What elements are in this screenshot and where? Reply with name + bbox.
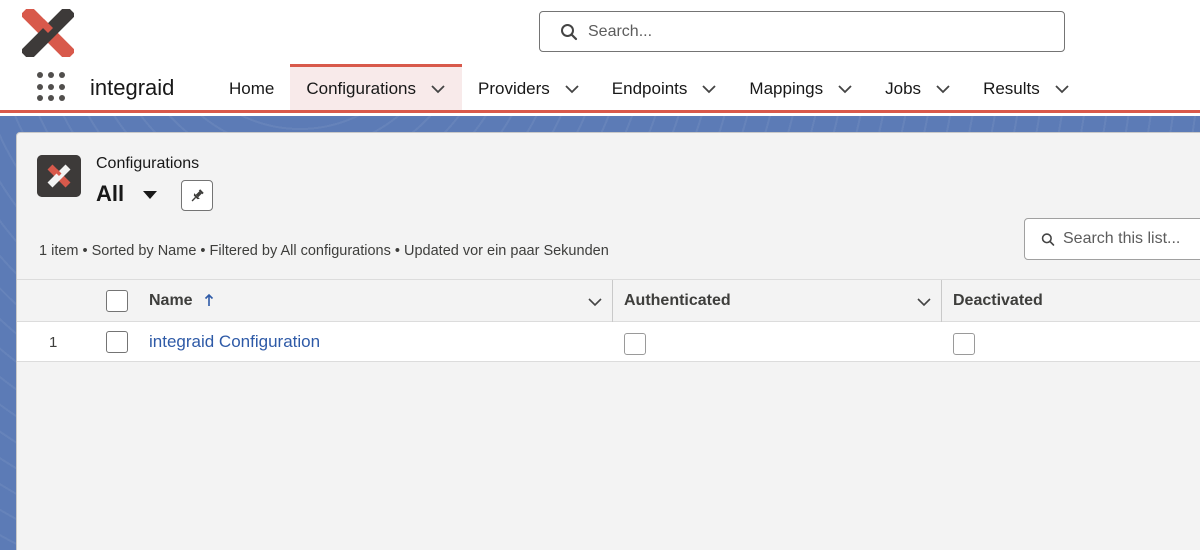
select-all-checkbox[interactable] xyxy=(106,290,128,312)
object-label: Configurations xyxy=(96,155,200,172)
chevron-down-icon[interactable] xyxy=(430,84,446,94)
column-header-name[interactable]: Name xyxy=(149,292,193,310)
pin-icon xyxy=(191,188,204,201)
nav-item-configurations[interactable]: Configurations xyxy=(290,64,462,110)
chevron-down-icon[interactable] xyxy=(701,84,717,94)
global-search-box[interactable] xyxy=(539,11,1065,52)
column-divider[interactable] xyxy=(612,280,613,322)
list-meta-info: 1 item • Sorted by Name • Filtered by Al… xyxy=(39,243,609,259)
nav-item-label: Home xyxy=(229,78,275,98)
column-header-authenticated[interactable]: Authenticated xyxy=(624,292,731,310)
global-header xyxy=(0,0,1200,64)
chevron-down-icon[interactable] xyxy=(935,84,951,94)
pin-list-view-button[interactable] xyxy=(181,180,213,211)
search-icon xyxy=(1041,232,1055,246)
chevron-down-icon[interactable] xyxy=(1054,84,1070,94)
authenticated-checkbox xyxy=(624,333,646,355)
deactivated-checkbox xyxy=(953,333,975,355)
column-divider[interactable] xyxy=(941,280,942,322)
nav-item-label: Results xyxy=(983,78,1040,98)
nav-item-label: Jobs xyxy=(885,78,922,98)
app-name: integraid xyxy=(90,75,175,100)
list-search-box[interactable] xyxy=(1024,218,1200,260)
nav-item-mappings[interactable]: Mappings xyxy=(733,64,869,110)
nav-item-label: Providers xyxy=(477,78,550,98)
sort-arrow-up-icon[interactable] xyxy=(204,293,214,307)
chevron-down-icon[interactable] xyxy=(837,84,853,94)
chevron-down-icon[interactable] xyxy=(587,297,603,307)
nav-item-label: Mappings xyxy=(749,78,824,98)
app-launcher-icon[interactable] xyxy=(37,72,67,102)
nav-item-label: Configurations xyxy=(306,78,416,98)
table-row: 1 integraid Configuration xyxy=(17,322,1200,362)
global-search-input[interactable] xyxy=(588,22,1028,41)
list-search-input[interactable] xyxy=(1063,230,1200,248)
nav-item-providers[interactable]: Providers xyxy=(462,64,596,110)
nav-item-endpoints[interactable]: Endpoints xyxy=(596,64,734,110)
chevron-down-icon[interactable] xyxy=(916,297,932,307)
app-nav-bar: integraid Home Configurations Providers … xyxy=(0,64,1200,113)
record-name-link[interactable]: integraid Configuration xyxy=(149,332,320,352)
configurations-object-icon xyxy=(37,155,81,197)
nav-items: Home Configurations Providers Endpoints … xyxy=(213,64,1086,110)
integraid-logo-icon[interactable] xyxy=(22,9,74,57)
nav-item-label: Endpoints xyxy=(611,78,688,98)
caret-down-icon[interactable] xyxy=(143,191,157,199)
column-header-deactivated[interactable]: Deactivated xyxy=(953,292,1043,310)
list-view-name[interactable]: All xyxy=(96,181,124,207)
nav-item-home[interactable]: Home xyxy=(213,64,290,110)
search-icon xyxy=(561,23,578,40)
nav-item-jobs[interactable]: Jobs xyxy=(869,64,967,110)
chevron-down-icon[interactable] xyxy=(564,84,580,94)
nav-item-results[interactable]: Results xyxy=(967,64,1086,110)
table-header: Name Authenticated Deactivated xyxy=(17,279,1200,322)
list-view-card: Configurations All 1 item • Sorted by Na… xyxy=(16,132,1200,550)
row-select-checkbox[interactable] xyxy=(106,331,128,353)
row-number: 1 xyxy=(49,334,58,351)
